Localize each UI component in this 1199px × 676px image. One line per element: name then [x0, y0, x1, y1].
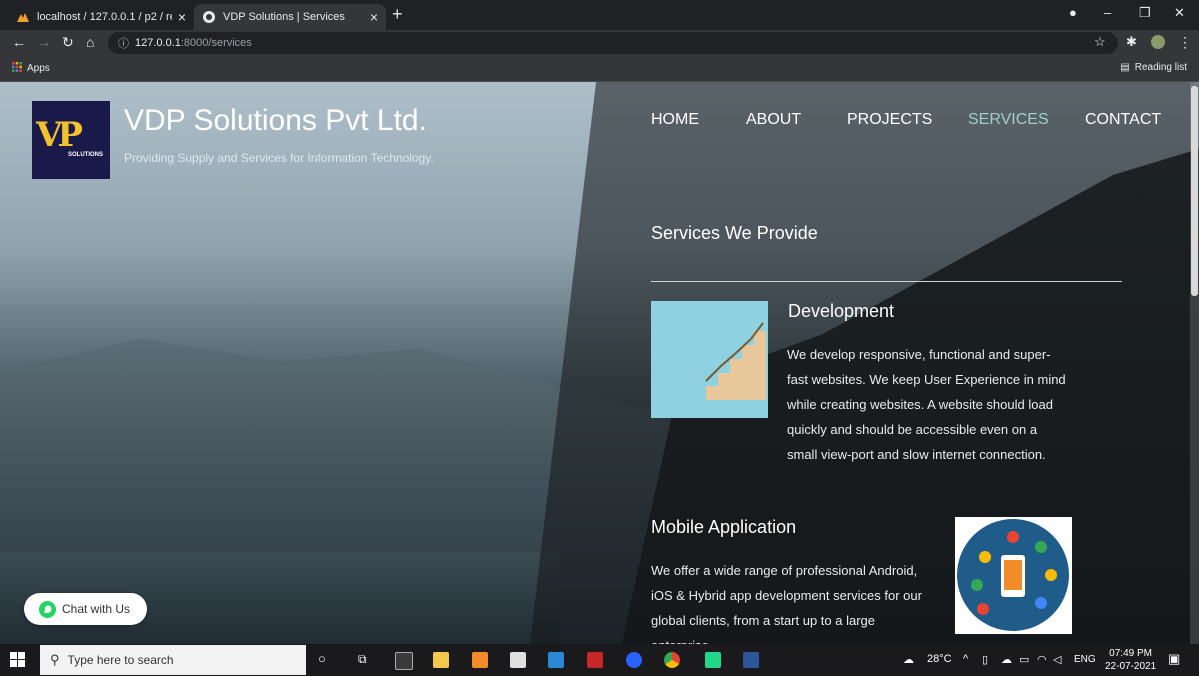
- tab-phpmyadmin[interactable]: localhost / 127.0.0.1 / p2 / reviews ×: [8, 4, 194, 30]
- windows-start-icon[interactable]: [10, 652, 26, 668]
- reading-list-icon: ▤: [1120, 62, 1130, 73]
- nav-home[interactable]: HOME: [651, 111, 699, 129]
- battery-icon[interactable]: ▭: [1019, 653, 1029, 666]
- taskbar-search-input[interactable]: ⚲ Type here to search: [40, 645, 306, 675]
- clock-date: 22-07-2021: [1105, 661, 1157, 672]
- close-tab-icon[interactable]: ×: [370, 9, 378, 25]
- site-title: VDP Solutions Pvt Ltd.: [124, 104, 427, 137]
- avatar[interactable]: [1150, 34, 1166, 53]
- nav-contact[interactable]: CONTACT: [1085, 111, 1161, 129]
- bookmark-star-icon[interactable]: ☆: [1094, 34, 1106, 50]
- extensions-icon[interactable]: ✱: [1126, 34, 1137, 50]
- cortana-icon[interactable]: ○: [318, 651, 326, 666]
- address-bar[interactable]: ⓘ 127.0.0.1:8000/services: [108, 32, 1118, 54]
- divider: [651, 281, 1122, 282]
- site-tagline: Providing Supply and Services for Inform…: [124, 151, 434, 165]
- mcafee-icon[interactable]: [587, 652, 603, 668]
- nav-about[interactable]: ABOUT: [746, 111, 801, 129]
- tab-title: VDP Solutions | Services: [223, 11, 345, 23]
- service-desc-development: We develop responsive, functional and su…: [787, 347, 1066, 462]
- tab-title: localhost / 127.0.0.1 / p2 / reviews: [37, 11, 172, 23]
- site-info-icon[interactable]: ⓘ: [118, 35, 129, 51]
- development-image: [651, 301, 768, 418]
- apps-grid-icon: [12, 62, 22, 75]
- logo-mark: VP: [36, 115, 83, 155]
- search-placeholder: Type here to search: [67, 653, 174, 667]
- word-icon[interactable]: [743, 652, 759, 668]
- search-icon: ⚲: [50, 652, 60, 667]
- mobile-app-image: [955, 517, 1072, 634]
- bookmarks-bar: Apps ▤ Reading list: [0, 56, 1199, 82]
- back-icon[interactable]: ←: [12, 34, 26, 50]
- reading-list-label: Reading list: [1134, 62, 1187, 73]
- store-icon[interactable]: [510, 652, 526, 668]
- tray-chevron-icon[interactable]: ^: [963, 653, 968, 665]
- service-desc-mobile: We offer a wide range of professional An…: [651, 563, 922, 644]
- wifi-icon[interactable]: ◠: [1037, 653, 1047, 666]
- globe-icon: [202, 10, 216, 24]
- growth-blocks-icon: [705, 322, 766, 400]
- forward-icon[interactable]: →: [37, 34, 51, 50]
- temperature[interactable]: 28°C: [927, 653, 952, 665]
- chat-label: Chat with Us: [62, 602, 131, 616]
- menu-kebab-icon[interactable]: ⋮: [1178, 34, 1192, 51]
- chrome-icon[interactable]: [664, 652, 680, 668]
- reload-icon[interactable]: ↻: [62, 34, 74, 51]
- notification-icon[interactable]: ▣: [1168, 651, 1180, 667]
- mail-icon[interactable]: [548, 652, 564, 668]
- apps-shortcut[interactable]: Apps: [12, 62, 50, 75]
- close-tab-icon[interactable]: ×: [178, 9, 186, 25]
- weather-icon[interactable]: ☁: [903, 653, 914, 666]
- reading-list-button[interactable]: ▤ Reading list: [1120, 62, 1187, 73]
- smartphone-apps-icon: [957, 519, 1069, 631]
- terminal-icon[interactable]: [395, 652, 413, 670]
- tray-app-icon[interactable]: ▯: [982, 653, 988, 666]
- apps-label: Apps: [27, 63, 50, 74]
- home-icon[interactable]: ⌂: [86, 34, 94, 50]
- site-logo[interactable]: VP SOLUTIONS: [32, 101, 110, 179]
- new-tab-button[interactable]: +: [392, 4, 403, 25]
- phpmyadmin-icon: [16, 10, 30, 24]
- profile-icon[interactable]: ●: [1069, 5, 1077, 20]
- page-scrollbar[interactable]: [1190, 82, 1199, 644]
- url-path: :8000/services: [180, 37, 252, 49]
- browser-toolbar: ← → ↻ ⌂ ⓘ 127.0.0.1:8000/services ☆ ✱ ⋮: [0, 30, 1199, 56]
- page-viewport: VP SOLUTIONS VDP Solutions Pvt Ltd. Prov…: [0, 82, 1199, 644]
- pycharm-icon[interactable]: [705, 652, 721, 668]
- clock[interactable]: 07:49 PM 22-07-2021: [1105, 647, 1156, 673]
- taskbar: ⚲ Type here to search ○ ⧉ ☁ 28°C ^ ▯ ☁ ▭…: [0, 644, 1199, 676]
- chat-button[interactable]: Chat with Us: [24, 593, 147, 625]
- onedrive-icon[interactable]: ☁: [1001, 653, 1012, 666]
- language-indicator[interactable]: ENG: [1074, 654, 1096, 665]
- volume-icon[interactable]: ◁: [1053, 653, 1061, 666]
- whatsapp-icon: [39, 600, 56, 618]
- logo-text: SOLUTIONS: [68, 152, 104, 158]
- wordpress-icon[interactable]: [626, 652, 642, 668]
- maximize-button[interactable]: ❐: [1139, 5, 1151, 21]
- scrollbar-thumb[interactable]: [1191, 86, 1198, 296]
- nav-services[interactable]: SERVICES: [968, 111, 1049, 129]
- file-explorer-icon[interactable]: [433, 652, 449, 668]
- service-title-mobile: Mobile Application: [651, 517, 797, 537]
- minimize-button[interactable]: –: [1104, 5, 1111, 20]
- close-window-button[interactable]: ✕: [1174, 5, 1185, 21]
- services-heading: Services We Provide: [651, 223, 818, 243]
- xampp-icon[interactable]: [472, 652, 488, 668]
- clock-time: 07:49 PM: [1109, 648, 1152, 659]
- nav-projects[interactable]: PROJECTS: [847, 111, 932, 129]
- service-title-development: Development: [788, 301, 895, 321]
- browser-tab-strip: localhost / 127.0.0.1 / p2 / reviews × V…: [0, 0, 1199, 30]
- url-host: 127.0.0.1: [135, 37, 181, 49]
- tab-services[interactable]: VDP Solutions | Services ×: [194, 4, 386, 30]
- task-view-icon[interactable]: ⧉: [358, 652, 367, 667]
